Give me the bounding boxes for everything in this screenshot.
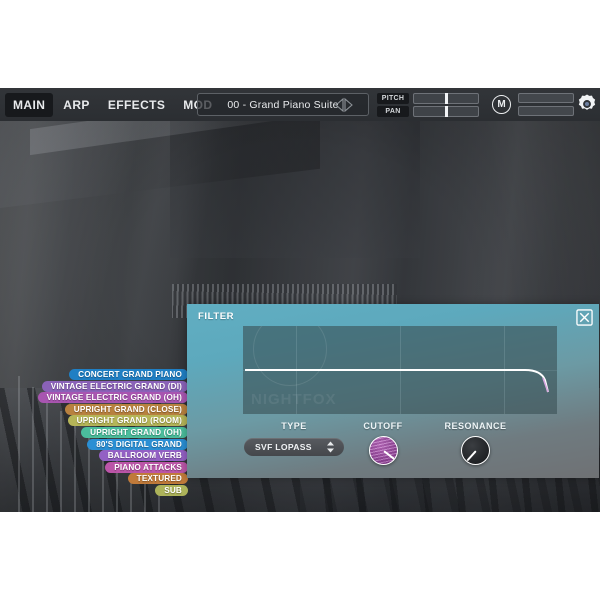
plugin-window: MAIN ARP EFFECTS MOD 00 - Grand Piano Su… — [0, 88, 600, 512]
filter-panel: FILTER NIGHTFOX TYPE SVF LOPAS — [187, 304, 599, 478]
gear-icon[interactable] — [576, 93, 598, 115]
instrument-label-row: PIANO ATTACKS — [10, 462, 188, 474]
pan-slider[interactable] — [413, 106, 479, 117]
pitch-thumb[interactable] — [445, 93, 448, 104]
instrument-label-row: VINTAGE ELECTRIC GRAND (DI) — [10, 381, 188, 393]
tab-bar: MAIN ARP EFFECTS MOD — [0, 88, 221, 121]
instrument-label-1[interactable]: VINTAGE ELECTRIC GRAND (DI) — [42, 381, 188, 392]
instrument-label-3[interactable]: UPRIGHT GRAND (CLOSE) — [65, 404, 188, 415]
preset-name: 00 - Grand Piano Suite — [227, 99, 338, 111]
tab-effects[interactable]: EFFECTS — [100, 93, 173, 117]
instrument-label-row: UPRIGHT GRAND (CLOSE) — [10, 404, 188, 416]
instrument-label-5[interactable]: UPRIGHT GRAND (OH) — [81, 427, 188, 438]
lowpass-response-curve — [243, 326, 557, 414]
filter-cutoff-label: CUTOFF — [347, 421, 419, 431]
filter-cutoff-knob[interactable] — [369, 436, 398, 465]
instrument-label-7[interactable]: BALLROOM VERB — [99, 450, 188, 461]
pitch-pan-block: PITCH PAN — [377, 93, 485, 119]
instrument-label-row: UPRIGHT GRAND (ROOM) — [10, 415, 188, 427]
tab-arp[interactable]: ARP — [55, 93, 98, 117]
up-down-arrows-icon[interactable] — [326, 441, 335, 453]
instrument-label-row: BALLROOM VERB — [10, 450, 188, 462]
filter-type-select[interactable]: SVF LOPASS — [244, 438, 344, 456]
filter-resonance-knob[interactable] — [461, 436, 490, 465]
instrument-label-10[interactable]: SUB — [155, 485, 188, 496]
plugin-screenshot: MAIN ARP EFFECTS MOD 00 - Grand Piano Su… — [0, 0, 600, 600]
instrument-label-row: UPRIGHT GRAND (OH) — [10, 427, 188, 439]
tab-main[interactable]: MAIN — [5, 93, 53, 117]
filter-response-graph[interactable]: NIGHTFOX — [243, 326, 557, 414]
preset-browser[interactable]: 00 - Grand Piano Suite — [197, 93, 369, 116]
filter-type-value: SVF LOPASS — [255, 442, 312, 452]
instrument-label-row: VINTAGE ELECTRIC GRAND (OH) — [10, 392, 188, 404]
instrument-label-2[interactable]: VINTAGE ELECTRIC GRAND (OH) — [38, 392, 188, 403]
instrument-label-6[interactable]: 80'S DIGITAL GRAND — [87, 439, 188, 450]
instrument-label-row: SUB — [10, 485, 188, 497]
instrument-label-0[interactable]: CONCERT GRAND PIANO — [69, 369, 188, 380]
master-mute-button[interactable]: M — [492, 95, 511, 114]
mod-bar-2[interactable] — [518, 106, 574, 116]
instrument-label-row: CONCERT GRAND PIANO — [10, 369, 188, 381]
filter-panel-title: FILTER — [198, 311, 234, 322]
filter-resonance-label: RESONANCE — [428, 421, 523, 431]
mod-bar-1[interactable] — [518, 93, 574, 103]
instrument-label-8[interactable]: PIANO ATTACKS — [105, 462, 188, 473]
mod-bars — [518, 93, 574, 119]
pitch-slider[interactable] — [413, 93, 479, 104]
instrument-label-row: TEXTURED — [10, 473, 188, 485]
instrument-label-row: 80'S DIGITAL GRAND — [10, 439, 188, 451]
close-icon[interactable] — [576, 309, 593, 326]
instrument-label-4[interactable]: UPRIGHT GRAND (ROOM) — [68, 415, 188, 426]
pitch-row: PITCH — [377, 93, 485, 103]
pan-label: PAN — [377, 106, 409, 117]
pan-row: PAN — [377, 106, 485, 116]
header-bar: MAIN ARP EFFECTS MOD 00 - Grand Piano Su… — [0, 88, 600, 121]
pan-thumb[interactable] — [445, 106, 448, 117]
pitch-label: PITCH — [377, 93, 409, 104]
preset-nav-arrows[interactable] — [326, 97, 362, 112]
instrument-label-list: CONCERT GRAND PIANO VINTAGE ELECTRIC GRA… — [10, 369, 188, 497]
filter-type-label: TYPE — [244, 421, 344, 431]
instrument-label-9[interactable]: TEXTURED — [128, 473, 188, 484]
